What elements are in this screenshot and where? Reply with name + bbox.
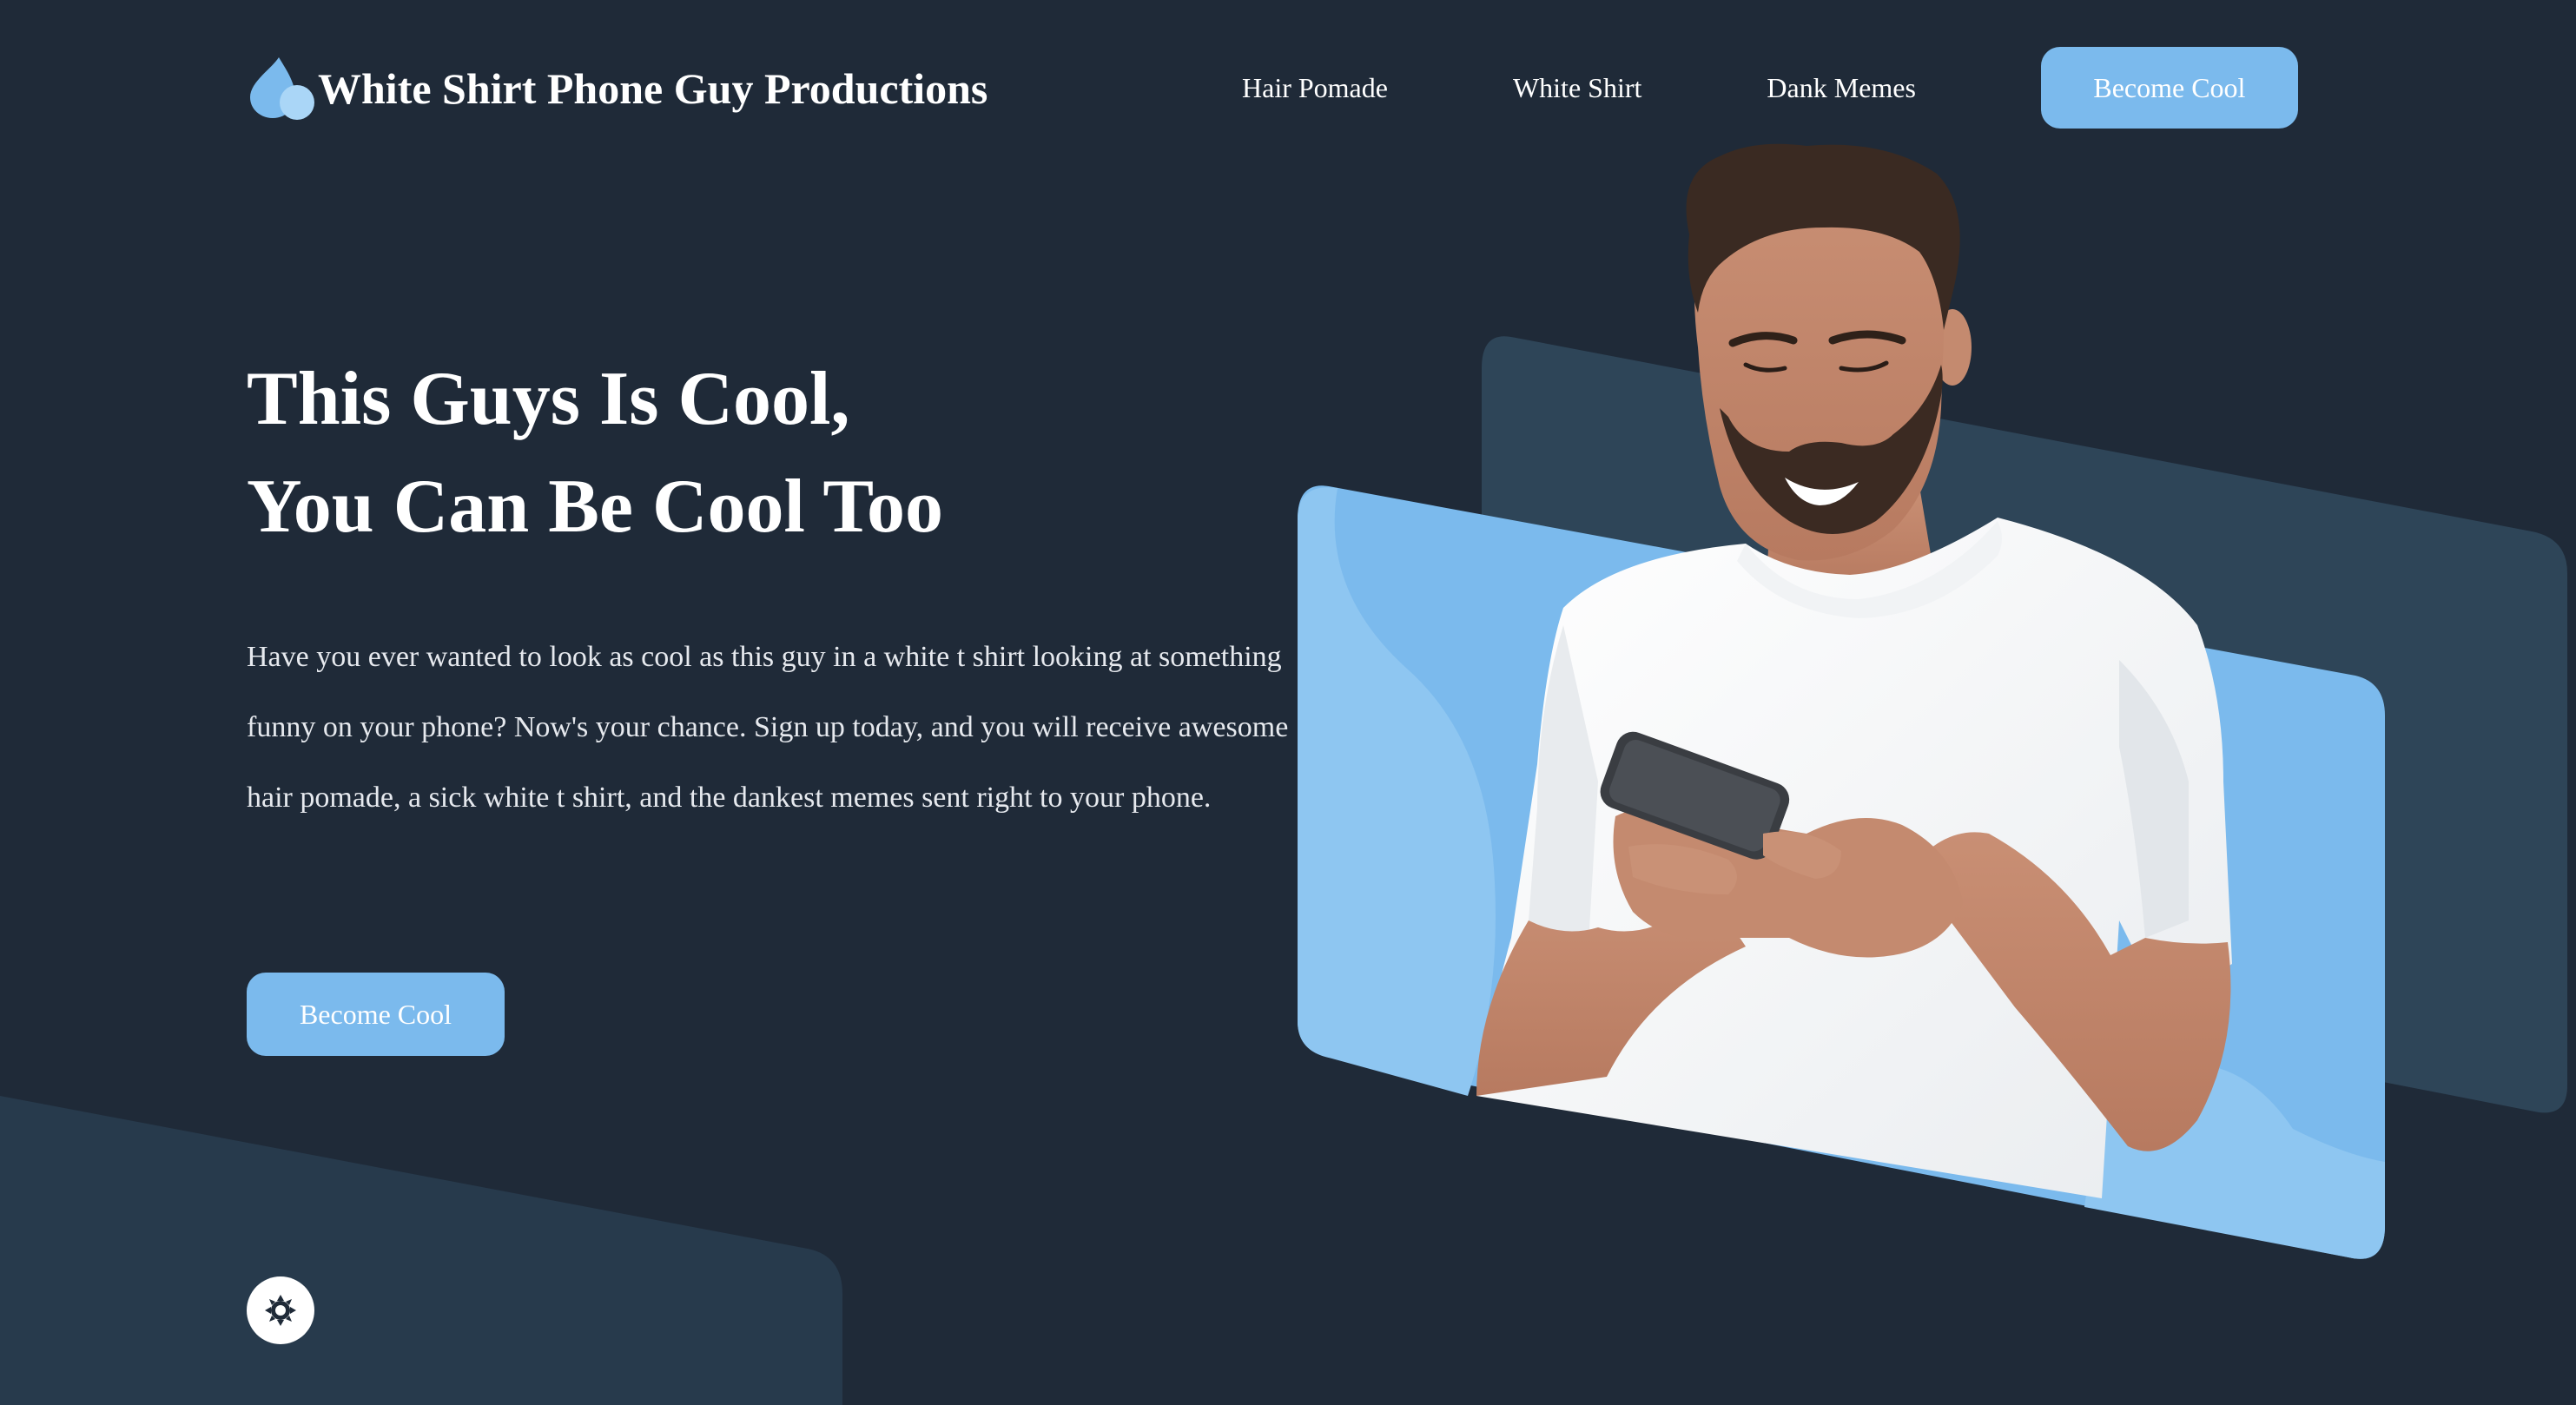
hero-title-line-2: You Can Be Cool Too: [247, 465, 944, 549]
nav-become-cool-button[interactable]: Become Cool: [2040, 47, 2298, 129]
bottom-left-panel: [0, 1096, 842, 1405]
nav-link-hair-pomade[interactable]: Hair Pomade: [1242, 72, 1388, 104]
brand-name: White Shirt Phone Guy Productions: [318, 64, 988, 113]
water-drop-icon: [250, 57, 314, 120]
hero-become-cool-button[interactable]: Become Cool: [247, 973, 505, 1056]
sun-gear-icon: [265, 1295, 296, 1326]
brand-logo[interactable]: White Shirt Phone Guy Productions: [247, 56, 987, 122]
hero-image: [1298, 143, 2567, 1259]
hero-description: Have you ever wanted to look as cool as …: [247, 641, 1289, 814]
hero-title-line-1: This Guys Is Cool,: [247, 357, 850, 441]
hero-title: This Guys Is Cool, You Can Be Cool Too: [247, 346, 943, 561]
theme-toggle-button[interactable]: [247, 1276, 314, 1344]
man-figure: [1476, 143, 2232, 1198]
nav-link-white-shirt[interactable]: White Shirt: [1513, 72, 1641, 104]
main-nav: Hair Pomade White Shirt Dank Memes Becom…: [1242, 47, 2298, 129]
nav-link-dank-memes[interactable]: Dank Memes: [1767, 72, 1916, 104]
landing-page: White Shirt Phone Guy Productions Hair P…: [0, 0, 2576, 1405]
